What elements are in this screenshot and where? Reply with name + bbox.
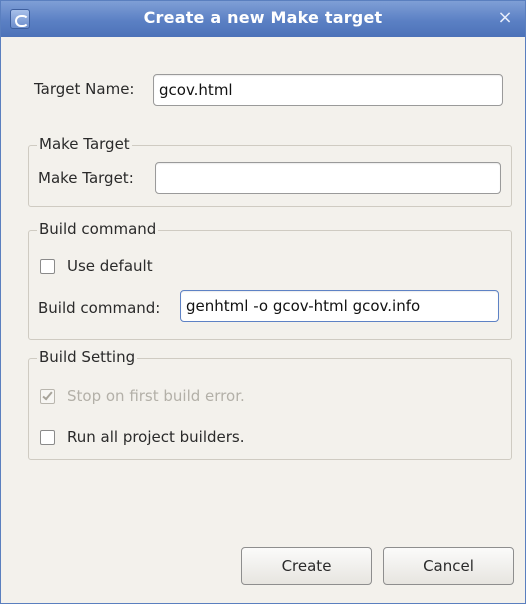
use-default-checkbox[interactable] bbox=[40, 258, 55, 274]
build-command-input[interactable] bbox=[180, 290, 499, 322]
stop-on-error-option: Stop on first build error. bbox=[40, 387, 245, 405]
checkmark-icon bbox=[42, 389, 53, 400]
run-all-builders-label: Run all project builders. bbox=[67, 428, 245, 446]
cancel-button[interactable]: Cancel bbox=[383, 547, 514, 585]
build-command-group-title: Build command bbox=[37, 220, 159, 238]
title-bar[interactable]: Create a new Make target × bbox=[1, 1, 525, 37]
run-all-builders-checkbox[interactable] bbox=[40, 429, 55, 445]
dialog-title: Create a new Make target bbox=[143, 8, 383, 27]
stop-on-error-checkbox bbox=[40, 388, 55, 404]
dialog-window: Create a new Make target × Target Name: … bbox=[0, 0, 526, 604]
use-default-option[interactable]: Use default bbox=[40, 257, 153, 275]
build-setting-group-title: Build Setting bbox=[37, 348, 138, 366]
use-default-label: Use default bbox=[67, 257, 153, 275]
target-name-input[interactable] bbox=[153, 74, 503, 106]
create-button[interactable]: Create bbox=[241, 547, 372, 585]
close-icon[interactable]: × bbox=[495, 7, 515, 29]
run-all-builders-option[interactable]: Run all project builders. bbox=[40, 428, 245, 446]
target-name-label: Target Name: bbox=[34, 80, 135, 98]
build-command-group: Build command bbox=[28, 220, 512, 340]
make-target-group-title: Make Target bbox=[37, 135, 132, 153]
make-target-input[interactable] bbox=[155, 162, 501, 194]
build-command-label: Build command: bbox=[38, 299, 161, 317]
make-target-label: Make Target: bbox=[38, 169, 134, 187]
stop-on-error-label: Stop on first build error. bbox=[67, 387, 245, 405]
